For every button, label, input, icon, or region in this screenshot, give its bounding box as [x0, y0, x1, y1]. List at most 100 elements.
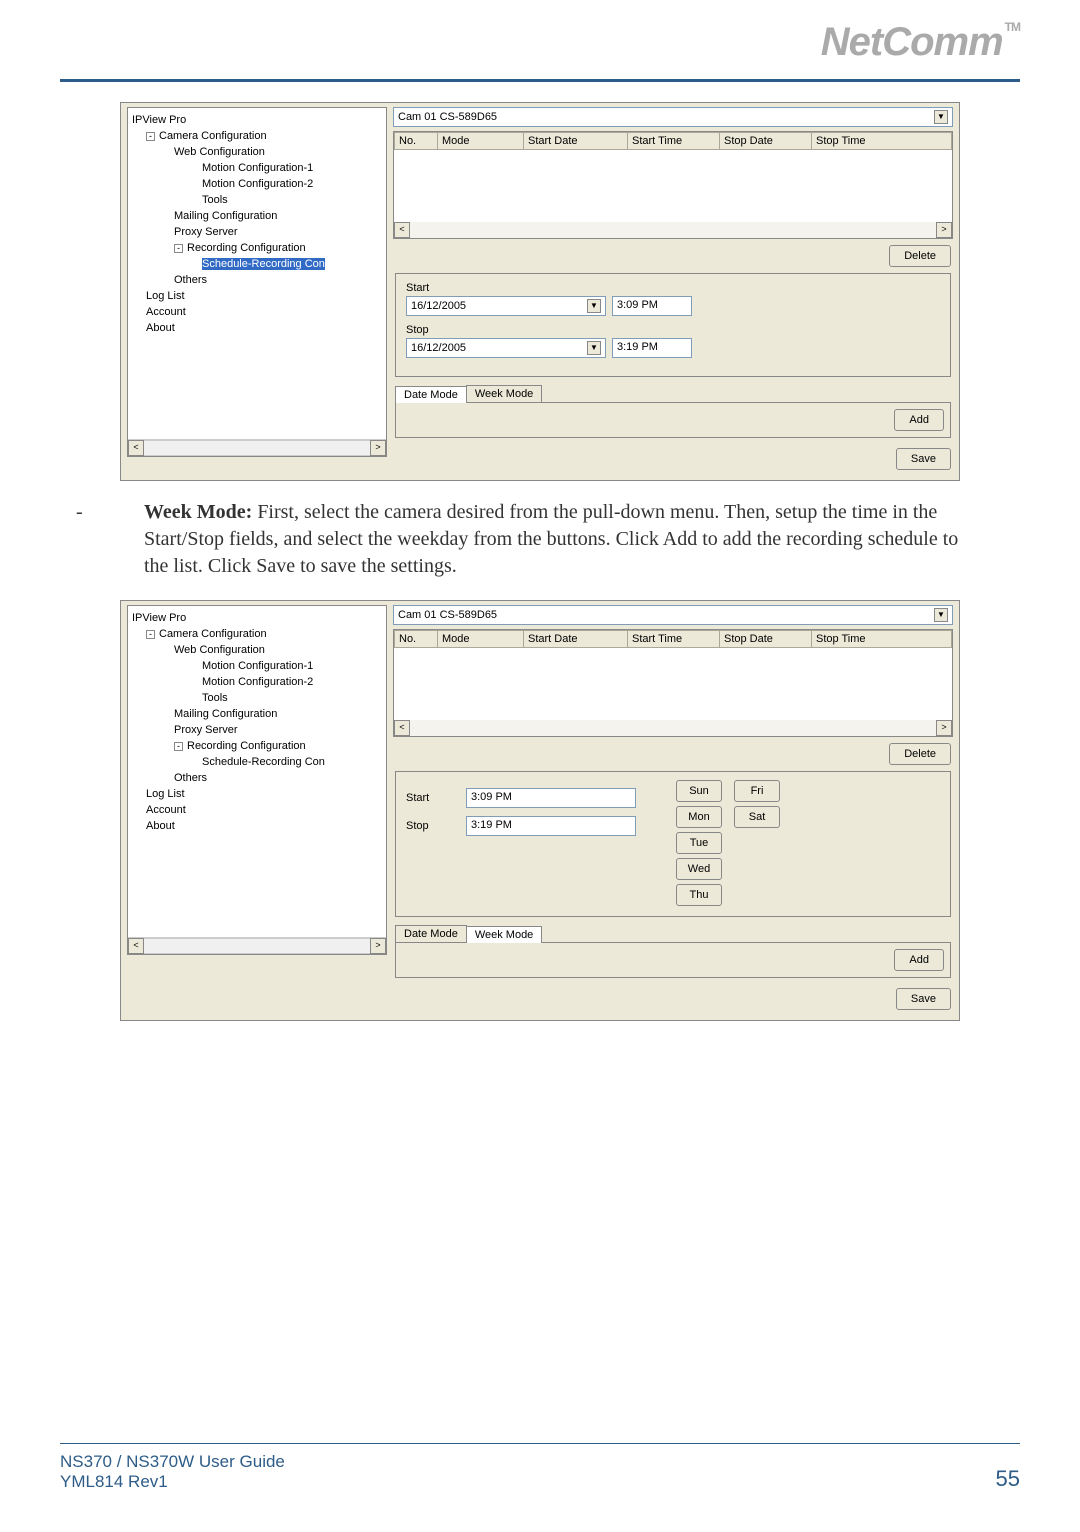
- camera-select[interactable]: Cam 01 CS-589D65 ▼: [393, 605, 953, 625]
- stop-date-input[interactable]: 16/12/2005 ▼: [406, 338, 606, 358]
- start-stop-group: Start 16/12/2005 ▼ 3:09 PM Stop: [395, 273, 951, 377]
- collapse-icon[interactable]: -: [174, 742, 183, 751]
- collapse-icon[interactable]: -: [146, 630, 155, 639]
- tree-mailing[interactable]: Mailing Configuration: [132, 208, 384, 224]
- tree-camera-config[interactable]: -Camera Configuration: [132, 626, 384, 642]
- mode-tabs: Date Mode Week Mode: [395, 925, 951, 942]
- add-button[interactable]: Add: [894, 949, 944, 971]
- col-no[interactable]: No.: [394, 630, 438, 648]
- tree-recording[interactable]: -Recording Configuration: [132, 738, 384, 754]
- day-wed[interactable]: Wed: [676, 858, 722, 880]
- tree-scrollbar[interactable]: < >: [128, 937, 386, 954]
- tree-web-config[interactable]: Web Configuration: [132, 642, 384, 658]
- day-thu[interactable]: Thu: [676, 884, 722, 906]
- tree-log[interactable]: Log List: [132, 288, 384, 304]
- save-button[interactable]: Save: [896, 988, 951, 1010]
- tree-proxy[interactable]: Proxy Server: [132, 722, 384, 738]
- tree-tools[interactable]: Tools: [132, 192, 384, 208]
- save-button[interactable]: Save: [896, 448, 951, 470]
- table-scrollbar[interactable]: < >: [394, 720, 952, 736]
- tree-schedule[interactable]: Schedule-Recording Con: [132, 754, 384, 770]
- tab-week-mode[interactable]: Week Mode: [466, 385, 543, 402]
- tab-week-mode[interactable]: Week Mode: [466, 926, 543, 943]
- tree-scrollbar[interactable]: < >: [128, 439, 386, 456]
- tree-log[interactable]: Log List: [132, 786, 384, 802]
- day-fri[interactable]: Fri: [734, 780, 780, 802]
- tree-camera-config[interactable]: -Camera Configuration: [132, 128, 384, 144]
- col-mode[interactable]: Mode: [438, 132, 524, 150]
- day-sun[interactable]: Sun: [676, 780, 722, 802]
- col-start-time[interactable]: Start Time: [628, 132, 720, 150]
- start-date-input[interactable]: 16/12/2005 ▼: [406, 296, 606, 316]
- day-mon[interactable]: Mon: [676, 806, 722, 828]
- tree-motion-1[interactable]: Motion Configuration-1: [132, 658, 384, 674]
- scroll-right-icon[interactable]: >: [936, 222, 952, 238]
- nav-tree[interactable]: IPView Pro -Camera Configuration Web Con…: [127, 605, 387, 955]
- scroll-track[interactable]: [144, 440, 370, 456]
- stop-time-input[interactable]: 3:19 PM: [466, 816, 636, 836]
- scroll-right-icon[interactable]: >: [370, 938, 386, 954]
- add-button[interactable]: Add: [894, 409, 944, 431]
- day-tue[interactable]: Tue: [676, 832, 722, 854]
- col-start-date[interactable]: Start Date: [524, 132, 628, 150]
- scroll-left-icon[interactable]: <: [394, 720, 410, 736]
- start-time-input[interactable]: 3:09 PM: [466, 788, 636, 808]
- scroll-right-icon[interactable]: >: [370, 440, 386, 456]
- tab-date-mode[interactable]: Date Mode: [395, 386, 467, 403]
- tree-motion-2[interactable]: Motion Configuration-2: [132, 674, 384, 690]
- tree-others[interactable]: Others: [132, 770, 384, 786]
- col-stop-time[interactable]: Stop Time: [812, 132, 952, 150]
- tree-tools[interactable]: Tools: [132, 690, 384, 706]
- scroll-track[interactable]: [144, 938, 370, 954]
- delete-button[interactable]: Delete: [889, 743, 951, 765]
- scroll-left-icon[interactable]: <: [128, 440, 144, 456]
- delete-button[interactable]: Delete: [889, 245, 951, 267]
- chevron-down-icon[interactable]: ▼: [587, 299, 601, 313]
- start-label: Start: [406, 282, 940, 294]
- tree-web-config[interactable]: Web Configuration: [132, 144, 384, 160]
- scroll-track[interactable]: [410, 720, 936, 736]
- col-stop-date[interactable]: Stop Date: [720, 132, 812, 150]
- tree-motion-2[interactable]: Motion Configuration-2: [132, 176, 384, 192]
- tree-others[interactable]: Others: [132, 272, 384, 288]
- chevron-down-icon[interactable]: ▼: [934, 110, 948, 124]
- scroll-left-icon[interactable]: <: [394, 222, 410, 238]
- tree-account[interactable]: Account: [132, 304, 384, 320]
- tree-about[interactable]: About: [132, 320, 384, 336]
- scroll-track[interactable]: [410, 222, 936, 238]
- tab-date-mode[interactable]: Date Mode: [395, 925, 467, 942]
- chevron-down-icon[interactable]: ▼: [934, 608, 948, 622]
- schedule-table: No. Mode Start Date Start Time Stop Date…: [393, 629, 953, 737]
- day-sat[interactable]: Sat: [734, 806, 780, 828]
- col-mode[interactable]: Mode: [438, 630, 524, 648]
- tree-about[interactable]: About: [132, 818, 384, 834]
- chevron-down-icon[interactable]: ▼: [587, 341, 601, 355]
- tree-ipview[interactable]: IPView Pro: [132, 610, 384, 626]
- col-start-time[interactable]: Start Time: [628, 630, 720, 648]
- col-no[interactable]: No.: [394, 132, 438, 150]
- tree-ipview[interactable]: IPView Pro: [132, 112, 384, 128]
- body-paragraph-week-mode: -Week Mode: First, select the camera des…: [144, 499, 970, 580]
- week-group: Start 3:09 PM Stop 3:19 PM Sun Mon: [395, 771, 951, 917]
- stop-time-input[interactable]: 3:19 PM: [612, 338, 692, 358]
- nav-tree[interactable]: IPView Pro -Camera Configuration Web Con…: [127, 107, 387, 457]
- camera-select-value: Cam 01 CS-589D65: [398, 111, 497, 123]
- col-start-date[interactable]: Start Date: [524, 630, 628, 648]
- table-scrollbar[interactable]: < >: [394, 222, 952, 238]
- collapse-icon[interactable]: -: [146, 132, 155, 141]
- tree-motion-1[interactable]: Motion Configuration-1: [132, 160, 384, 176]
- col-stop-time[interactable]: Stop Time: [812, 630, 952, 648]
- page-footer: NS370 / NS370W User Guide YML814 Rev1 55: [0, 1443, 1080, 1492]
- scroll-right-icon[interactable]: >: [936, 720, 952, 736]
- col-stop-date[interactable]: Stop Date: [720, 630, 812, 648]
- tree-mailing[interactable]: Mailing Configuration: [132, 706, 384, 722]
- tree-proxy[interactable]: Proxy Server: [132, 224, 384, 240]
- collapse-icon[interactable]: -: [174, 244, 183, 253]
- tree-recording[interactable]: -Recording Configuration: [132, 240, 384, 256]
- start-time-input[interactable]: 3:09 PM: [612, 296, 692, 316]
- camera-select[interactable]: Cam 01 CS-589D65 ▼: [393, 107, 953, 127]
- scroll-left-icon[interactable]: <: [128, 938, 144, 954]
- mode-tabs: Date Mode Week Mode: [395, 385, 951, 402]
- tree-account[interactable]: Account: [132, 802, 384, 818]
- tree-schedule[interactable]: Schedule-Recording Con: [132, 256, 384, 272]
